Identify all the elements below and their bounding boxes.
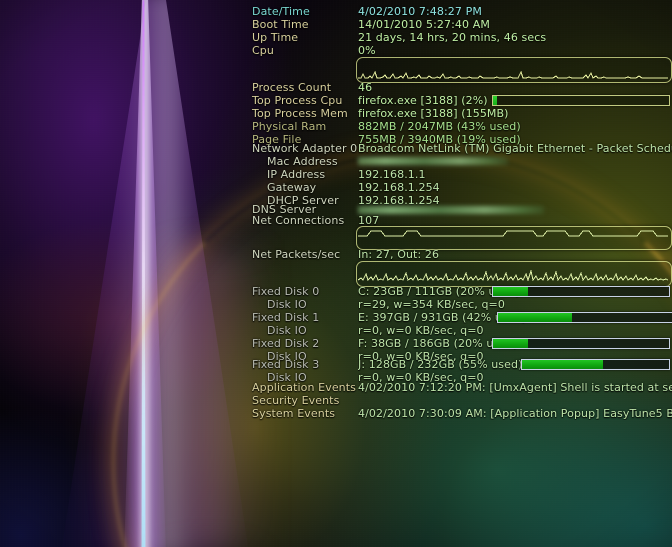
row-top-process-mem: Top Process Mem firefox.exe [3188] (155M… [0,107,672,120]
value-gateway: 192.168.1.254 [358,181,440,194]
row-disk-io-0: Disk IO r=29, w=354 KB/sec, q=0 [0,298,672,311]
row-security-events: Security Events [0,394,672,407]
row-mac-address: Mac Address [0,155,672,168]
label-net-packets: Net Packets/sec [252,248,341,261]
value-ip-address: 192.168.1.1 [358,168,426,181]
value-net-packets: In: 27, Out: 26 [358,248,440,261]
cpu-history-trace [358,70,668,79]
label-security-events: Security Events [252,394,340,407]
bar-fixed-disk-2 [492,338,670,349]
system-info-overlay: Date/Time 4/02/2010 7:48:27 PM Boot Time… [0,0,672,547]
row-fixed-disk-3: Fixed Disk 3 J: 128GB / 232GB (55% used) [0,358,672,371]
net-packets-graph [356,261,672,287]
value-physical-ram: 882MB / 2047MB (43% used) [358,120,521,133]
row-application-events: Application Events 4/02/2010 7:12:20 PM:… [0,381,672,394]
label-cpu: Cpu [252,44,274,57]
label-physical-ram: Physical Ram [252,120,327,133]
row-physical-ram: Physical Ram 882MB / 2047MB (43% used) [0,120,672,133]
row-boot-time: Boot Time 14/01/2010 5:27:40 AM [0,18,672,31]
bar-fixed-disk-0 [492,286,670,297]
value-disk-io-0: r=29, w=354 KB/sec, q=0 [358,298,505,311]
bar-top-process-cpu [492,95,670,106]
value-dns-server-redacted [358,206,544,214]
net-connections-graph [356,226,672,250]
value-top-process-cpu: firefox.exe [3188] (2%) [358,94,488,107]
value-system-events: 4/02/2010 7:30:09 AM: [Application Popup… [358,407,672,420]
label-net-connections: Net Connections [252,214,345,227]
label-gateway: Gateway [267,181,317,194]
label-system-events: System Events [252,407,336,420]
label-fixed-disk-3: Fixed Disk 3 [252,358,320,371]
row-net-packets: Net Packets/sec In: 27, Out: 26 [0,248,672,261]
row-date-time: Date/Time 4/02/2010 7:48:27 PM [0,5,672,18]
label-disk-io-0: Disk IO [267,298,307,311]
label-fixed-disk-1: Fixed Disk 1 [252,311,320,324]
label-application-events: Application Events [252,381,357,394]
value-top-process-mem: firefox.exe [3188] (155MB) [358,107,509,120]
row-top-process-cpu: Top Process Cpu firefox.exe [3188] (2%) [0,94,672,107]
value-application-events: 4/02/2010 7:12:20 PM: [UmxAgent] Shell i… [358,381,672,394]
row-fixed-disk-0: Fixed Disk 0 C: 23GB / 111GB (20% used) [0,285,672,298]
value-mac-address-redacted [358,157,508,165]
value-cpu: 0% [358,44,376,57]
row-up-time: Up Time 21 days, 14 hrs, 20 mins, 46 sec… [0,31,672,44]
value-up-time: 21 days, 14 hrs, 20 mins, 46 secs [358,31,547,44]
value-disk-io-1: r=0, w=0 KB/sec, q=0 [358,324,484,337]
label-ip-address: IP Address [267,168,326,181]
label-top-process-cpu: Top Process Cpu [252,94,343,107]
bar-fixed-disk-1 [497,312,672,323]
value-date-time: 4/02/2010 7:48:27 PM [358,5,482,18]
net-packets-trace [357,269,669,282]
label-disk-io-1: Disk IO [267,324,307,337]
value-boot-time: 14/01/2010 5:27:40 AM [358,18,490,31]
row-fixed-disk-2: Fixed Disk 2 F: 38GB / 186GB (20% used) [0,337,672,350]
label-network-adapter: Network Adapter 0 [252,142,358,155]
label-mac-address: Mac Address [267,155,338,168]
label-up-time: Up Time [252,31,299,44]
bar-fixed-disk-3 [521,359,670,370]
label-top-process-mem: Top Process Mem [252,107,348,120]
cpu-history-graph [356,57,672,83]
row-gateway: Gateway 192.168.1.254 [0,181,672,194]
row-ip-address: IP Address 192.168.1.1 [0,168,672,181]
label-boot-time: Boot Time [252,18,309,31]
label-process-count: Process Count [252,81,332,94]
label-fixed-disk-0: Fixed Disk 0 [252,285,320,298]
row-process-count: Process Count 46 [0,81,672,94]
label-date-time: Date/Time [252,5,310,18]
value-network-adapter: Broadcom NetLink (TM) Gigabit Ethernet -… [358,142,672,155]
row-network-adapter: Network Adapter 0 Broadcom NetLink (TM) … [0,142,672,155]
net-connections-trace [358,230,668,237]
value-fixed-disk-3: J: 128GB / 232GB (55% used) [358,358,523,371]
row-system-events: System Events 4/02/2010 7:30:09 AM: [App… [0,407,672,420]
desktop-screen: Date/Time 4/02/2010 7:48:27 PM Boot Time… [0,0,672,547]
row-fixed-disk-1: Fixed Disk 1 E: 397GB / 931GB (42% used) [0,311,672,324]
row-disk-io-1: Disk IO r=0, w=0 KB/sec, q=0 [0,324,672,337]
value-process-count: 46 [358,81,373,94]
row-cpu: Cpu 0% [0,44,672,57]
label-fixed-disk-2: Fixed Disk 2 [252,337,320,350]
